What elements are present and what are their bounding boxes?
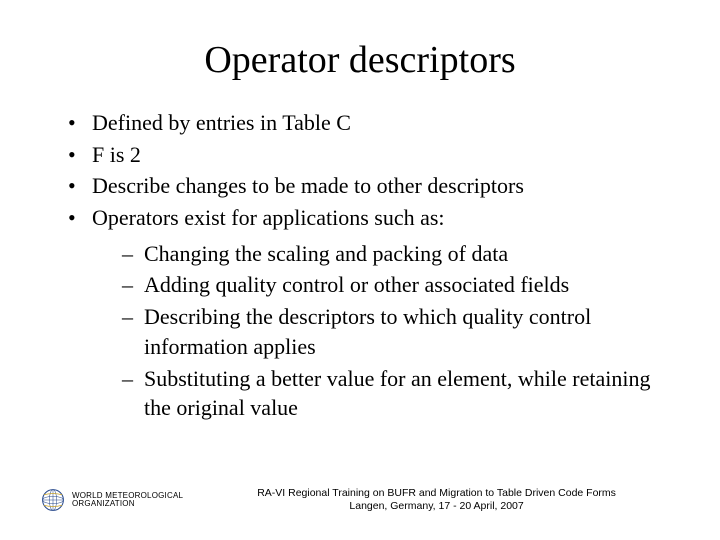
- bullet-text: Operators exist for applications such as…: [92, 205, 445, 230]
- list-item: Operators exist for applications such as…: [68, 203, 680, 423]
- footer-line: RA-VI Regional Training on BUFR and Migr…: [193, 487, 680, 501]
- bullet-text: Defined by entries in Table C: [92, 110, 351, 135]
- footer-logo-block: WORLD METEOROLOGICAL ORGANIZATION: [40, 487, 183, 513]
- org-line: ORGANIZATION: [72, 500, 183, 509]
- list-item: Describing the descriptors to which qual…: [122, 302, 680, 361]
- bullet-text: F is 2: [92, 142, 141, 167]
- sub-bullet-text: Changing the scaling and packing of data: [144, 241, 508, 266]
- list-item: Defined by entries in Table C: [68, 108, 680, 138]
- sub-bullet-list: Changing the scaling and packing of data…: [92, 239, 680, 423]
- footer-line: Langen, Germany, 17 - 20 April, 2007: [193, 500, 680, 514]
- bullet-list: Defined by entries in Table C F is 2 Des…: [40, 108, 680, 423]
- list-item: Substituting a better value for an eleme…: [122, 364, 680, 423]
- sub-bullet-text: Describing the descriptors to which qual…: [144, 304, 591, 359]
- slide-footer: WORLD METEOROLOGICAL ORGANIZATION RA-VI …: [40, 487, 680, 514]
- sub-bullet-text: Adding quality control or other associat…: [144, 272, 569, 297]
- bullet-text: Describe changes to be made to other des…: [92, 173, 524, 198]
- sub-bullet-text: Substituting a better value for an eleme…: [144, 366, 650, 421]
- list-item: Describe changes to be made to other des…: [68, 171, 680, 201]
- footer-center-text: RA-VI Regional Training on BUFR and Migr…: [183, 487, 680, 514]
- list-item: F is 2: [68, 140, 680, 170]
- list-item: Adding quality control or other associat…: [122, 270, 680, 300]
- list-item: Changing the scaling and packing of data: [122, 239, 680, 269]
- footer-org-text: WORLD METEOROLOGICAL ORGANIZATION: [72, 492, 183, 510]
- slide: Operator descriptors Defined by entries …: [0, 0, 720, 540]
- slide-title: Operator descriptors: [40, 38, 680, 82]
- wmo-logo-icon: [40, 487, 66, 513]
